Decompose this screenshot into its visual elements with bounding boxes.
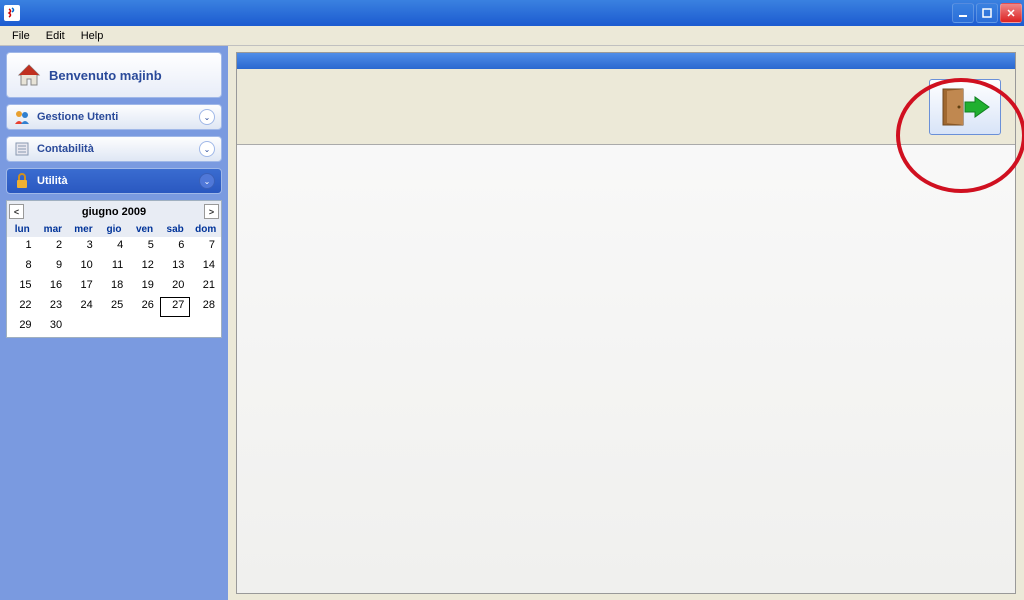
section-utility-label: Utilità: [37, 175, 193, 187]
calendar-day[interactable]: 2: [38, 237, 69, 257]
menu-help[interactable]: Help: [73, 28, 112, 44]
section-utility[interactable]: Utilità ⌄: [6, 168, 222, 194]
titlebar: [0, 0, 1024, 26]
calendar-day[interactable]: 7: [190, 237, 221, 257]
section-accounting-label: Contabilità: [37, 143, 193, 155]
calendar-day[interactable]: 23: [38, 297, 69, 317]
inner-titlebar: [237, 53, 1015, 69]
calendar-day[interactable]: 28: [190, 297, 221, 317]
calendar-day-header: sab: [160, 222, 191, 237]
menu-edit[interactable]: Edit: [38, 28, 73, 44]
maximize-button[interactable]: [976, 3, 998, 23]
calendar-day[interactable]: 8: [7, 257, 38, 277]
calendar-day[interactable]: 30: [38, 317, 69, 337]
java-icon: [4, 5, 20, 21]
calendar-day[interactable]: 9: [38, 257, 69, 277]
menu-file[interactable]: File: [4, 28, 38, 44]
calendar-day[interactable]: 29: [7, 317, 38, 337]
minimize-button[interactable]: [952, 3, 974, 23]
calendar-empty: [99, 317, 130, 337]
calendar-day[interactable]: 15: [7, 277, 38, 297]
calendar-day[interactable]: 20: [160, 277, 191, 297]
calendar-day[interactable]: 6: [160, 237, 191, 257]
calendar-empty: [129, 317, 160, 337]
calendar-next-button[interactable]: >: [204, 204, 219, 219]
calendar-day[interactable]: 16: [38, 277, 69, 297]
calendar-day[interactable]: 13: [160, 257, 191, 277]
welcome-label: Benvenuto majinb: [49, 68, 162, 83]
section-users[interactable]: Gestione Utenti ⌄: [6, 104, 222, 130]
calendar-day[interactable]: 24: [68, 297, 99, 317]
chevron-down-icon: ⌄: [199, 173, 215, 189]
calendar-day-header: ven: [129, 222, 160, 237]
calendar-day[interactable]: 18: [99, 277, 130, 297]
calendar-day[interactable]: 27: [160, 297, 191, 317]
calendar-day[interactable]: 1: [7, 237, 38, 257]
section-users-label: Gestione Utenti: [37, 111, 193, 123]
main-area: [228, 46, 1024, 600]
calendar-day-header: dom: [190, 222, 221, 237]
calendar-day[interactable]: 25: [99, 297, 130, 317]
calendar: < giugno 2009 > lunmarmergiovensabdom 12…: [6, 200, 222, 338]
calendar-empty: [68, 317, 99, 337]
calendar-day[interactable]: 22: [7, 297, 38, 317]
calendar-grid: 1234567891011121314151617181920212223242…: [7, 237, 221, 337]
house-icon: [15, 63, 43, 87]
calendar-day-header: lun: [7, 222, 38, 237]
chevron-down-icon: ⌄: [199, 109, 215, 125]
calendar-day-header: mar: [38, 222, 69, 237]
calendar-empty: [160, 317, 191, 337]
calendar-day[interactable]: 21: [190, 277, 221, 297]
lock-icon: [13, 172, 31, 190]
window-controls: [952, 3, 1022, 23]
welcome-panel: Benvenuto majinb: [6, 52, 222, 98]
toolbar: [237, 69, 1015, 145]
calendar-title: giugno 2009: [82, 206, 146, 218]
users-icon: [13, 108, 31, 126]
calendar-day-headers: lunmarmergiovensabdom: [7, 222, 221, 237]
calendar-day[interactable]: 14: [190, 257, 221, 277]
calendar-day[interactable]: 11: [99, 257, 130, 277]
menubar: File Edit Help: [0, 26, 1024, 46]
calendar-day[interactable]: 26: [129, 297, 160, 317]
calendar-empty: [190, 317, 221, 337]
calendar-day[interactable]: 5: [129, 237, 160, 257]
ledger-icon: [13, 140, 31, 158]
sidebar: Benvenuto majinb Gestione Utenti ⌄ Conta…: [0, 46, 228, 600]
exit-button[interactable]: [929, 79, 1001, 135]
calendar-day[interactable]: 10: [68, 257, 99, 277]
calendar-day[interactable]: 17: [68, 277, 99, 297]
close-button[interactable]: [1000, 3, 1022, 23]
chevron-down-icon: ⌄: [199, 141, 215, 157]
calendar-prev-button[interactable]: <: [9, 204, 24, 219]
section-accounting[interactable]: Contabilità ⌄: [6, 136, 222, 162]
calendar-day[interactable]: 4: [99, 237, 130, 257]
calendar-day[interactable]: 19: [129, 277, 160, 297]
calendar-day[interactable]: 12: [129, 257, 160, 277]
calendar-day-header: mer: [68, 222, 99, 237]
calendar-day[interactable]: 3: [68, 237, 99, 257]
door-exit-icon: [937, 85, 993, 129]
calendar-day-header: gio: [99, 222, 130, 237]
